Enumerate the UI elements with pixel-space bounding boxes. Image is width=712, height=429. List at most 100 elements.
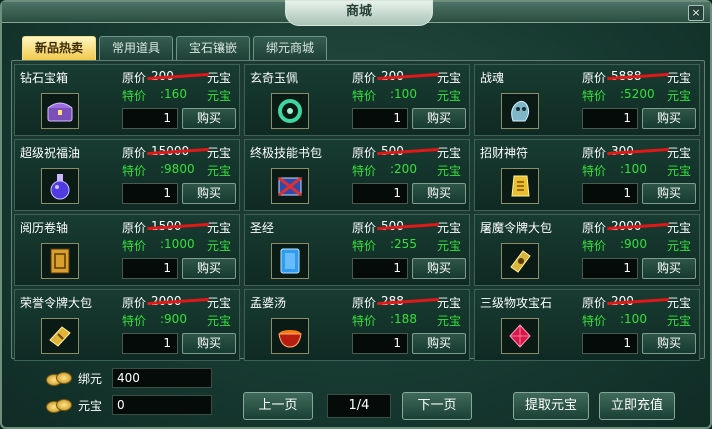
sale-price-label: 特价 (122, 164, 147, 178)
sale-price-label: 特价 (122, 239, 147, 253)
original-price-label: 原价 (352, 296, 377, 310)
quantity-input[interactable]: 1 (122, 258, 178, 279)
original-price-unit: 元宝 (207, 71, 232, 85)
sale-price-value: :1000 (160, 237, 195, 251)
original-price-unit: 元宝 (667, 221, 692, 235)
original-price-value: 300 (606, 144, 670, 158)
sale-price-unit: 元宝 (667, 239, 692, 253)
quantity-input[interactable]: 1 (582, 108, 638, 129)
gold-currency-value: 0 (112, 395, 212, 415)
item-card: 玄奇玉佩原价200元宝特价:100元宝1购买 (244, 64, 470, 136)
quantity-input[interactable]: 1 (352, 183, 408, 204)
recharge-button[interactable]: 立即充值 (599, 392, 675, 420)
buy-button[interactable]: 购买 (412, 258, 466, 279)
buy-button[interactable]: 购买 (642, 183, 696, 204)
sale-price-value: :5200 (620, 87, 655, 101)
original-price-value: 500 (376, 219, 440, 233)
item-name: 孟婆汤 (250, 296, 287, 310)
item-card: 孟婆汤原价288元宝特价:188元宝1购买 (244, 289, 470, 361)
buy-button[interactable]: 购买 (642, 333, 696, 354)
tab-gem-inlay[interactable]: 宝石镶嵌 (176, 36, 251, 60)
item-name: 招财神符 (480, 146, 529, 160)
item-card: 三级物攻宝石原价200元宝特价:100元宝1购买 (474, 289, 700, 361)
tab-new-hot[interactable]: 新品热卖 (22, 36, 97, 60)
sale-price-label: 特价 (582, 164, 607, 178)
quantity-input[interactable]: 1 (122, 333, 178, 354)
tab-bound-shop[interactable]: 绑元商城 (253, 36, 328, 60)
original-price-label: 原价 (582, 146, 607, 160)
bound-currency-label: 绑元 (78, 371, 103, 386)
sale-price-unit: 元宝 (207, 164, 232, 178)
sale-price-label: 特价 (122, 89, 147, 103)
original-price-label: 原价 (352, 221, 377, 235)
war-soul-icon[interactable] (501, 93, 539, 129)
treasure-chest-icon[interactable] (41, 93, 79, 129)
original-price-label: 原价 (122, 296, 147, 310)
quantity-input[interactable]: 1 (352, 333, 408, 354)
jade-pendant-icon[interactable] (271, 93, 309, 129)
buy-button[interactable]: 购买 (182, 108, 236, 129)
sale-price-unit: 元宝 (667, 89, 692, 103)
sale-price-value: :255 (390, 237, 417, 251)
next-page-button[interactable]: 下一页 (402, 392, 472, 420)
item-name: 圣经 (250, 221, 275, 235)
item-card: 荣誉令牌大包原价2000元宝特价:900元宝1购买 (14, 289, 240, 361)
quantity-input[interactable]: 1 (122, 108, 178, 129)
original-price-value: 200 (606, 294, 670, 308)
buy-button[interactable]: 购买 (412, 333, 466, 354)
original-price-unit: 元宝 (437, 221, 462, 235)
item-name: 屠魔令牌大包 (480, 221, 553, 235)
close-button[interactable]: × (688, 5, 704, 21)
quantity-input[interactable]: 1 (352, 258, 408, 279)
honor-token-pack-icon[interactable] (41, 318, 79, 354)
attack-gem-icon[interactable] (501, 318, 539, 354)
buy-button[interactable]: 购买 (182, 333, 236, 354)
buy-button[interactable]: 购买 (412, 183, 466, 204)
quantity-input[interactable]: 1 (352, 108, 408, 129)
item-card: 阅历卷轴原价1500元宝特价:1000元宝1购买 (14, 214, 240, 286)
buy-button[interactable]: 购买 (182, 258, 236, 279)
sale-price-unit: 元宝 (437, 239, 462, 253)
original-price-unit: 元宝 (437, 296, 462, 310)
demon-token-pack-icon[interactable] (501, 243, 539, 279)
sale-price-value: :160 (160, 87, 187, 101)
quantity-input[interactable]: 1 (582, 183, 638, 204)
quantity-input[interactable]: 1 (582, 258, 638, 279)
skill-book-pack-icon[interactable] (271, 168, 309, 204)
fortune-talisman-icon[interactable] (501, 168, 539, 204)
original-price-unit: 元宝 (207, 296, 232, 310)
sale-price-value: :900 (160, 312, 187, 326)
buy-button[interactable]: 购买 (642, 108, 696, 129)
sale-price-label: 特价 (352, 89, 377, 103)
buy-button[interactable]: 购买 (412, 108, 466, 129)
soup-bowl-icon[interactable] (271, 318, 309, 354)
buy-button[interactable]: 购买 (642, 258, 696, 279)
item-card: 终极技能书包原价500元宝特价:200元宝1购买 (244, 139, 470, 211)
sale-price-unit: 元宝 (207, 239, 232, 253)
item-name: 超级祝福油 (20, 146, 81, 160)
prev-page-button[interactable]: 上一页 (243, 392, 313, 420)
tab-common-items[interactable]: 常用道具 (99, 36, 174, 60)
item-card: 超级祝福油原价15000元宝特价:9800元宝1购买 (14, 139, 240, 211)
quantity-input[interactable]: 1 (582, 333, 638, 354)
withdraw-gold-button[interactable]: 提取元宝 (513, 392, 589, 420)
shop-window: 商城 × 新品热卖 常用道具 宝石镶嵌 绑元商城 钻石宝箱原价200元宝特价:1… (0, 0, 712, 429)
original-price-label: 原价 (352, 146, 377, 160)
coin-icon (46, 370, 72, 386)
sale-price-label: 特价 (582, 89, 607, 103)
original-price-label: 原价 (352, 71, 377, 85)
holy-book-icon[interactable] (271, 243, 309, 279)
sale-price-unit: 元宝 (437, 164, 462, 178)
item-name: 战魂 (480, 71, 505, 85)
buy-button[interactable]: 购买 (182, 183, 236, 204)
original-price-label: 原价 (582, 296, 607, 310)
sale-price-value: :188 (390, 312, 417, 326)
original-price-value: 15000 (146, 144, 210, 158)
sale-price-label: 特价 (352, 314, 377, 328)
item-name: 钻石宝箱 (20, 71, 69, 85)
experience-scroll-icon[interactable] (41, 243, 79, 279)
page-indicator: 1/4 (327, 394, 391, 418)
quantity-input[interactable]: 1 (122, 183, 178, 204)
blessing-oil-icon[interactable] (41, 168, 79, 204)
item-card: 圣经原价500元宝特价:255元宝1购买 (244, 214, 470, 286)
